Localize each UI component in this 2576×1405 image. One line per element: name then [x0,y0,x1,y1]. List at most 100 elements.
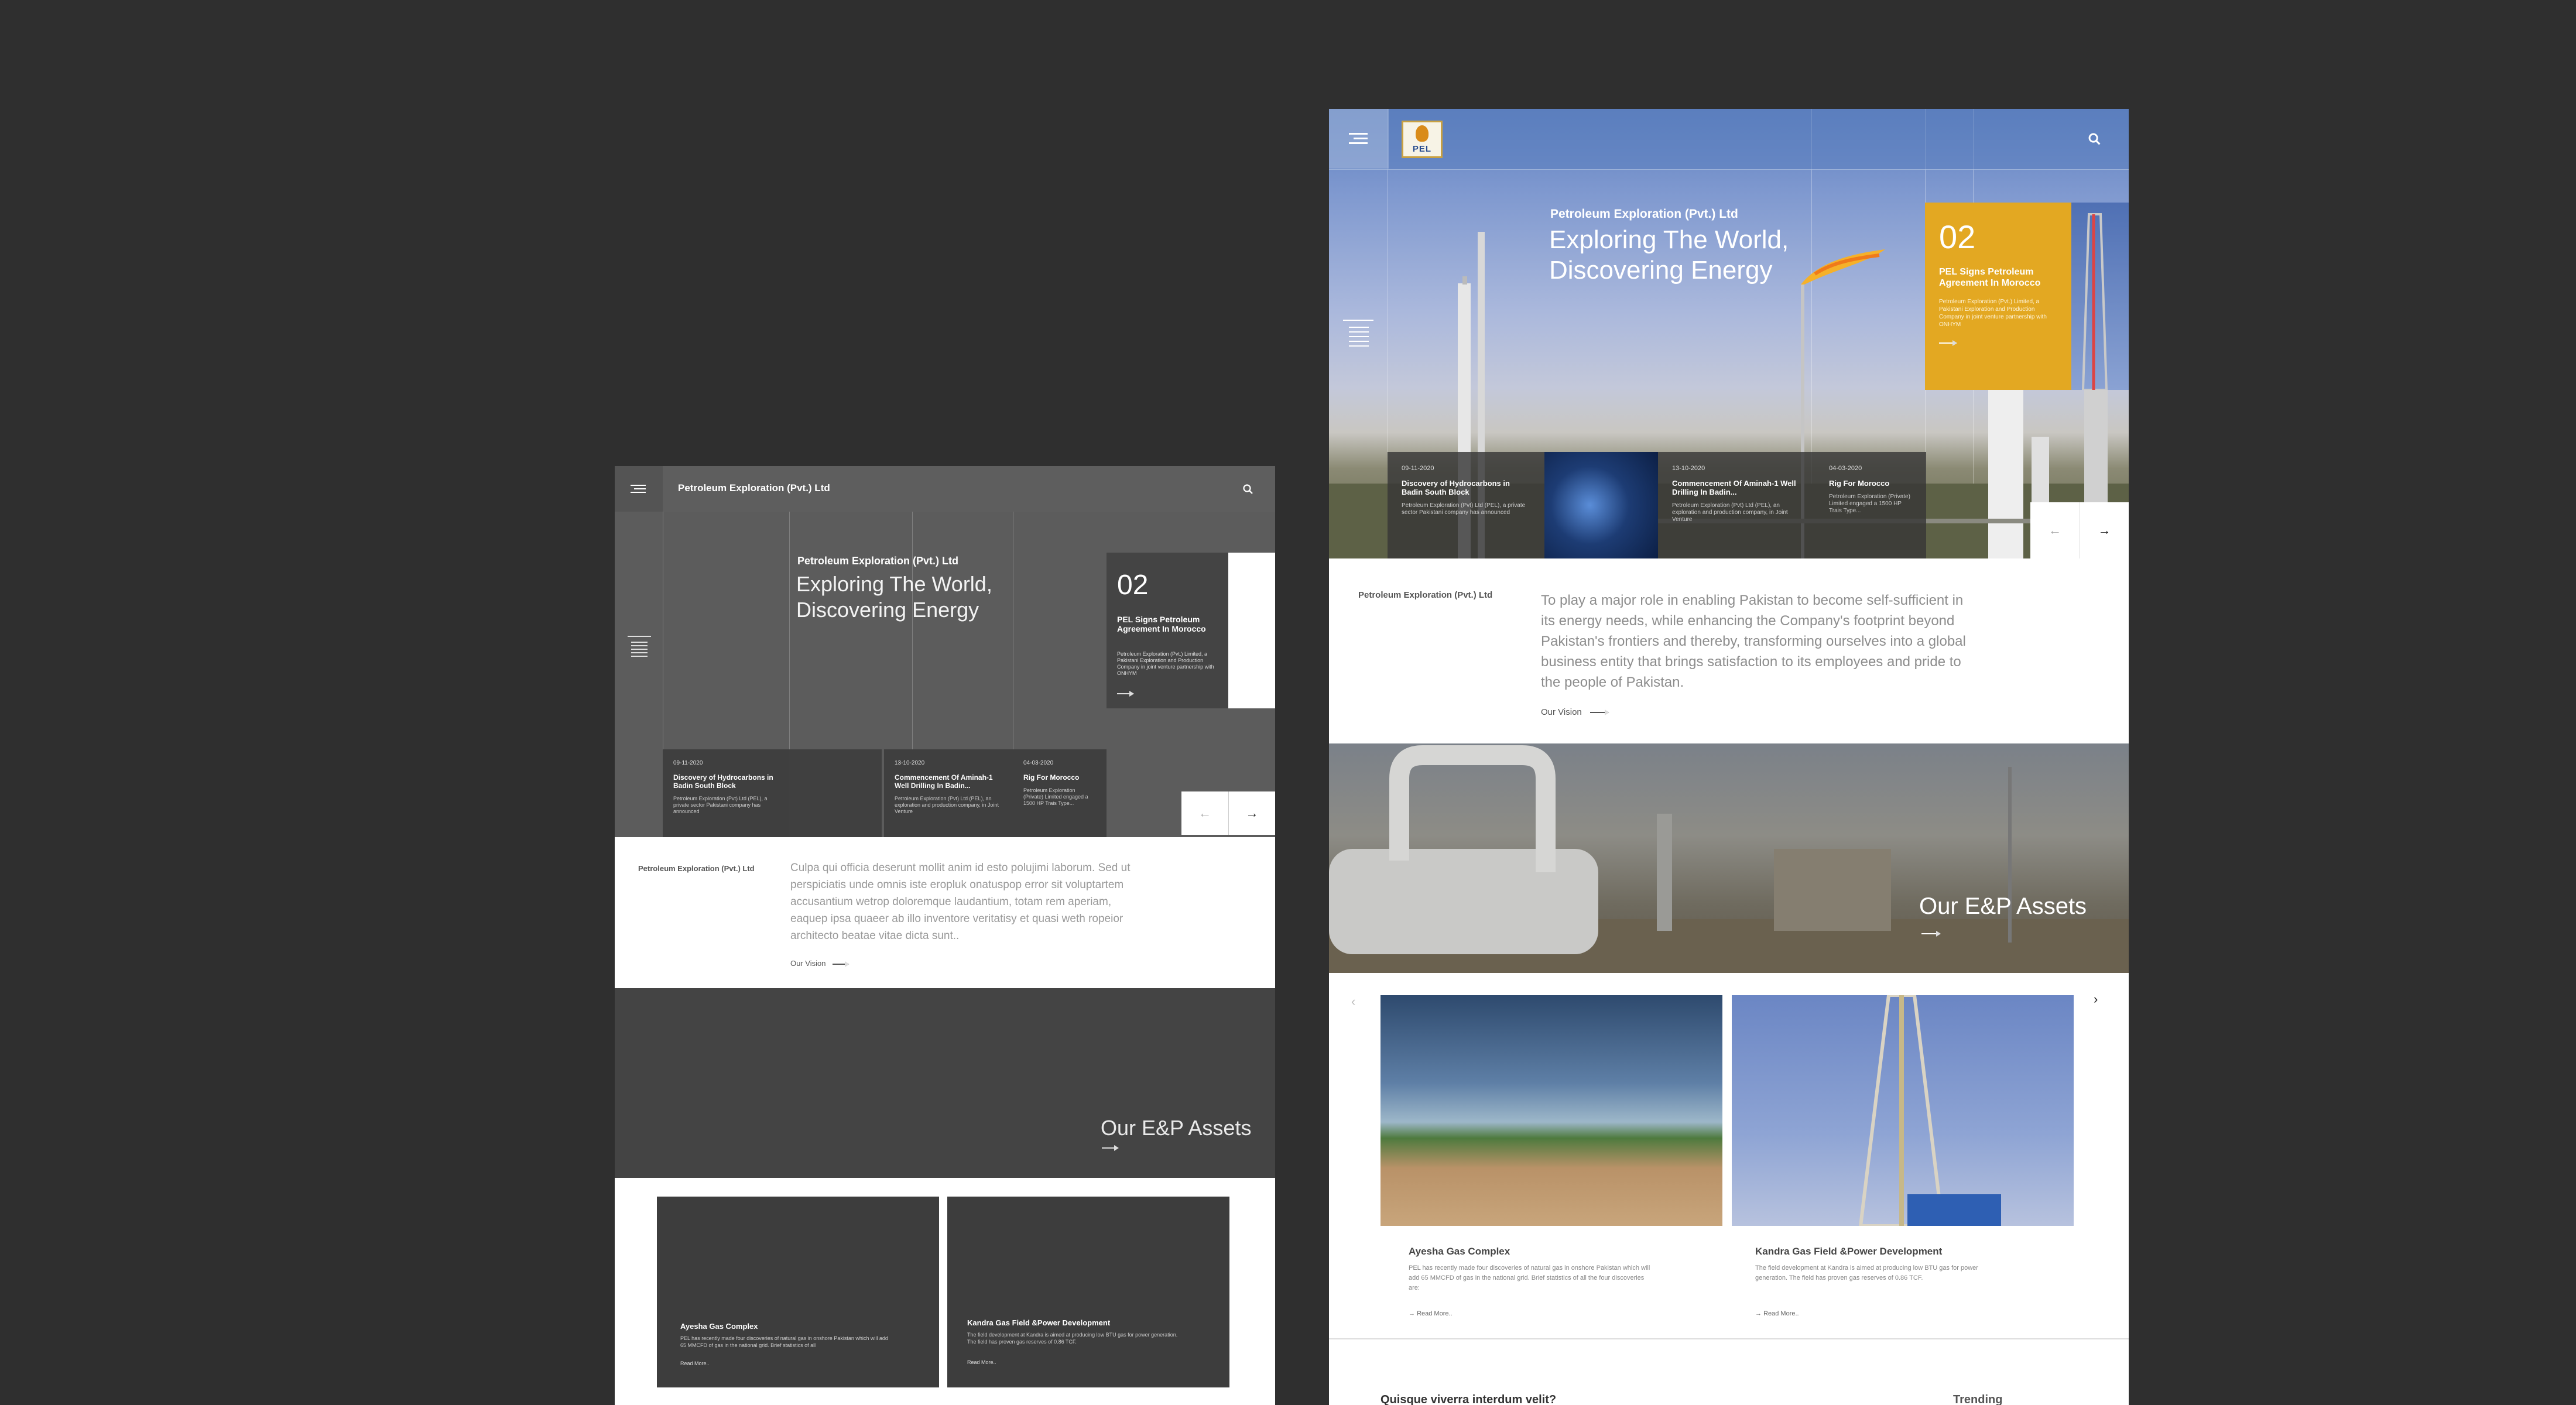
arrow-right-icon[interactable]: → [2080,502,2129,558]
news-date: 04-03-2020 [1829,465,1862,472]
arrow-left-icon[interactable]: ← [1181,791,1228,835]
slide-text: Petroleum Exploration (Pvt.) Limited, a … [1117,651,1214,676]
featured-slide-card[interactable]: 02 PEL Signs Petroleum Agreement In Moro… [1925,203,2071,390]
slide-number: 02 [1117,570,1149,601]
menu-button[interactable] [1329,109,1389,169]
news-text: Petroleum Exploration (Pvt) Ltd (PEL), a… [1672,502,1788,523]
wire-hero-title: Exploring The World, Discovering Energy [796,572,992,622]
chevron-right-icon[interactable]: › [2094,992,2098,1007]
read-more-link[interactable]: → Read More.. [1409,1310,1453,1317]
news-title: Commencement Of Aminah-1 Well Drilling I… [895,773,993,790]
kandra-gas-field-photo[interactable] [1732,993,2074,1228]
news-text: Petroleum Exploration (Private) Limited … [1829,494,1910,514]
news-item[interactable]: 09-11-2020 Discovery of Hydrocarbons in … [1388,452,1544,558]
asset-name: Kandra Gas Field &Power Development [967,1318,1111,1327]
wire-assets-band [615,988,1275,1178]
drilling-rig-photo [1858,993,2001,1228]
slide-title: PEL Signs Petroleum Agreement In Morocco [1939,267,2041,288]
long-arrow-icon [833,961,850,967]
news-title: Commencement Of Aminah-1 Well Drilling I… [1672,479,1796,496]
wire-vision-link[interactable]: Our Vision [790,959,850,968]
arrow-left-icon[interactable]: ← [2030,502,2080,558]
news-date: 04-03-2020 [1023,760,1054,766]
molecule-news-image [1544,452,1658,558]
long-arrow-icon[interactable] [1102,1145,1119,1151]
chevron-left-icon[interactable]: ‹ [1351,994,1355,1009]
asset-text: PEL has recently made four discoveries o… [1409,1264,1650,1291]
long-arrow-icon[interactable] [1921,931,1941,937]
arrow-right-icon[interactable]: → [1228,791,1275,835]
plant-pipes-photo [1329,745,2129,973]
slide-title: PEL Signs Petroleum Agreement In Morocco [1117,615,1206,633]
assets-banner [1329,743,2129,973]
wireframe-mockup: Petroleum Exploration (Pvt.) Ltd Petrole… [615,466,1275,1405]
news-title: Discovery of Hydrocarbons in Badin South… [673,773,773,790]
full-design-mockup: PEL Petroleum Exploration (Pvt.) Ltd Exp… [1329,109,2129,1405]
section-divider [1329,1338,2129,1339]
read-more-link[interactable]: Read More.. [680,1361,710,1366]
wire-asset-card[interactable]: Kandra Gas Field &Power Development The … [947,1197,1229,1387]
vision-link-label: Our Vision [1541,707,1582,717]
faq-heading: Quisque viverra interdum velit? [1381,1393,1557,1405]
news-item[interactable]: 13-10-2020 Commencement Of Aminah-1 Well… [884,749,1013,837]
wire-slide-card[interactable]: 02 PEL Signs Petroleum Agreement In Moro… [1107,553,1228,708]
asset-name: Ayesha Gas Complex [680,1322,758,1331]
pel-logo[interactable]: PEL [1402,121,1443,158]
read-more-label: Read More.. [1417,1310,1453,1317]
wire-about-text: Culpa qui officia deserunt mollit anim i… [790,862,1131,942]
trending-heading: Trending [1953,1393,2003,1405]
asset-text: The field development at Kandra is aimed… [967,1332,1178,1345]
news-item[interactable]: 13-10-2020 Commencement Of Aminah-1 Well… [1658,452,1815,558]
vision-link[interactable]: Our Vision [1541,707,1609,717]
hamburger-menu-icon [631,485,646,493]
wire-hero-eyebrow: Petroleum Exploration (Pvt.) Ltd [797,555,959,567]
logo-text: PEL [1412,144,1432,154]
wire-header-title: Petroleum Exploration (Pvt.) Ltd [678,482,830,494]
wire-assets-title: Our E&P Assets [1101,1116,1252,1140]
asset-name[interactable]: Kandra Gas Field &Power Development [1755,1246,1942,1257]
ayesha-gas-complex-photo[interactable] [1381,995,1722,1226]
side-lines-icon [628,636,651,657]
arrow-right-icon: → [1755,1310,1764,1317]
news-title: Discovery of Hydrocarbons in Badin South… [1402,479,1510,496]
news-text: Petroleum Exploration (Pvt) Ltd (PEL), a… [895,796,999,814]
slide-number: 02 [1939,218,1976,255]
hero-eyebrow: Petroleum Exploration (Pvt.) Ltd [1550,207,1738,221]
search-icon[interactable] [1242,484,1254,495]
about-label: Petroleum Exploration (Pvt.) Ltd [1358,590,1493,600]
news-item[interactable]: 04-03-2020 Rig For Morocco Petroleum Exp… [1013,749,1107,837]
news-title: Rig For Morocco [1829,479,1890,488]
wire-slide-next-panel [1228,553,1275,708]
wire-asset-card[interactable]: Ayesha Gas Complex PEL has recently made… [657,1197,939,1387]
asset-text: The field development at Kandra is aimed… [1755,1264,1978,1281]
asset-name[interactable]: Ayesha Gas Complex [1409,1246,1510,1257]
next-slide-photo [2071,203,2129,391]
news-title: Rig For Morocco [1023,773,1080,782]
news-text: Petroleum Exploration (Private) Limited … [1023,787,1088,806]
news-image-placeholder [789,749,882,837]
news-date: 13-10-2020 [1672,465,1705,472]
flame-logo-icon [1416,125,1429,142]
hamburger-menu-icon [1349,133,1368,144]
assets-title: Our E&P Assets [1919,893,2087,919]
long-arrow-icon[interactable] [1117,691,1134,697]
read-more-label: Read More.. [1763,1310,1799,1317]
about-text: To play a major role in enabling Pakista… [1541,592,1966,690]
news-date: 09-11-2020 [1402,465,1434,472]
news-item[interactable]: 04-03-2020 Rig For Morocco Petroleum Exp… [1815,452,1926,558]
top-navbar [1329,109,2129,170]
news-text: Petroleum Exploration (Pvt) Ltd (PEL), a… [1402,502,1526,516]
search-icon[interactable] [2088,132,2102,146]
hero-title: Exploring The World, Discovering Energy [1549,225,1789,285]
wire-about-label: Petroleum Exploration (Pvt.) Ltd [638,864,755,873]
read-more-link[interactable]: Read More.. [967,1359,996,1365]
drilling-rig-photo [2081,213,2108,391]
read-more-link[interactable]: → Read More.. [1755,1310,1799,1317]
asset-text: PEL has recently made four discoveries o… [680,1335,888,1348]
news-item[interactable]: 09-11-2020 Discovery of Hydrocarbons in … [663,749,789,837]
news-date: 09-11-2020 [673,760,703,766]
long-arrow-icon[interactable] [1939,340,1957,346]
wire-menu-button[interactable] [615,466,663,512]
side-lines-icon [1343,320,1373,347]
slide-text: Petroleum Exploration (Pvt.) Limited, a … [1939,299,2047,328]
